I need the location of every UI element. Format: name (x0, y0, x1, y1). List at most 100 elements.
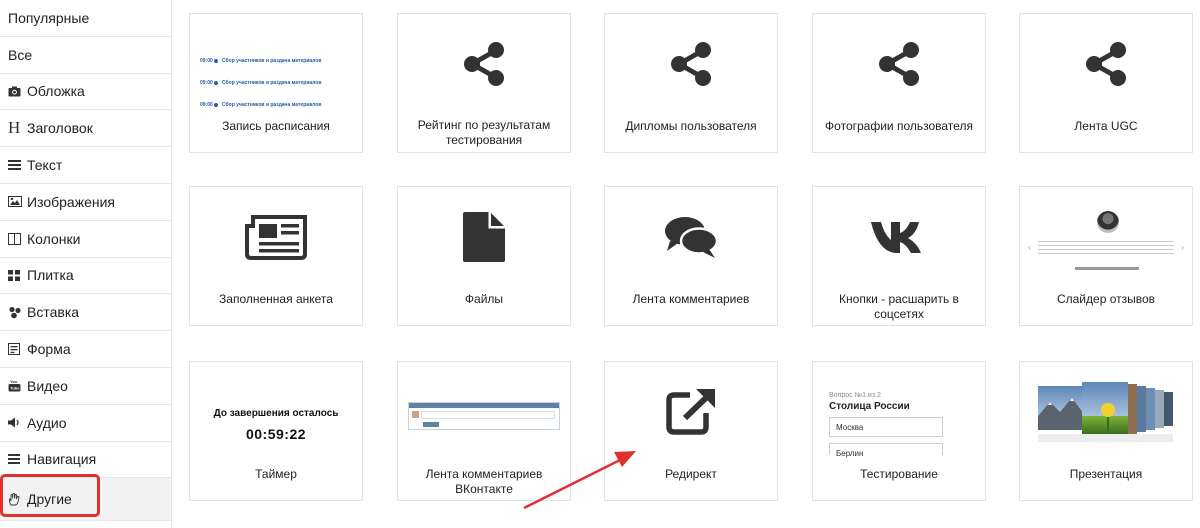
sidebar-item-columns[interactable]: Колонки (0, 221, 171, 258)
test-option: Москва (829, 417, 943, 437)
block-card-schedule[interactable]: 09:00 Сбор участников и раздача материало… (189, 13, 363, 153)
speaker-icon (8, 417, 24, 428)
card-label: Тестирование (860, 467, 938, 481)
card-label: Заполненная анкета (219, 292, 333, 306)
schedule-text: Сбор участников и раздача материалов (222, 102, 322, 108)
heading-icon: H (8, 118, 21, 138)
schedule-time: 09:00 (200, 102, 213, 108)
file-icon (398, 187, 570, 287)
card-label: Рейтинг по результатам тестирования (417, 118, 551, 147)
youtube-icon: You Tube (8, 380, 24, 392)
timer-value: 00:59:22 (245, 426, 307, 442)
schedule-text: Сбор участников и раздача материалов (222, 80, 322, 86)
vk-icon (813, 187, 985, 287)
sidebar-item-label: Колонки (27, 230, 81, 247)
sidebar-item-label: Вставка (27, 304, 80, 321)
sidebar-item-label: Текст (27, 157, 63, 174)
sidebar-item-label: Форма (27, 341, 71, 358)
schedule-time: 09:00 (200, 80, 213, 86)
block-card-ugc-feed[interactable]: Лента UGC (1019, 13, 1193, 153)
block-card-redirect[interactable]: Редирект (604, 361, 778, 501)
block-card-user-photos[interactable]: Фотографии пользователя (812, 13, 986, 153)
sidebar-item-label: Заголовок (27, 120, 93, 137)
block-card-diplomas[interactable]: Дипломы пользователя (604, 13, 778, 153)
sidebar-item-audio[interactable]: Аудио (0, 405, 171, 442)
block-card-testing[interactable]: Вопрос №1 из 2 Столица России Москва Бер… (812, 361, 986, 501)
puzzle-icon (8, 306, 24, 319)
share-icon (813, 14, 985, 114)
sidebar-item-form[interactable]: Форма (0, 331, 171, 368)
sidebar-item-label: Популярные (8, 9, 90, 26)
sidebar-item-popular[interactable]: Популярные (0, 0, 171, 37)
sidebar-item-navigation[interactable]: Навигация (0, 442, 171, 479)
schedule-time: 09:00 (200, 58, 213, 64)
share-icon (1020, 14, 1192, 114)
sidebar-item-label: Плитка (27, 267, 74, 284)
external-link-icon (605, 362, 777, 462)
card-label: Файлы (464, 292, 504, 306)
block-card-vk-comments[interactable]: Лента комментариев ВКонтакте (397, 361, 571, 501)
sidebar-item-text[interactable]: Текст (0, 147, 171, 184)
sidebar-item-other[interactable]: Другие (0, 478, 171, 522)
card-label: Запись расписания (222, 119, 330, 133)
avatar (1097, 211, 1119, 233)
svg-text:Tube: Tube (10, 385, 20, 390)
block-card-comments-feed[interactable]: Лента комментариев (604, 186, 778, 326)
card-label: Лента комментариев ВКонтакте (425, 467, 543, 496)
test-question-title: Столица России (829, 401, 910, 412)
sidebar-item-insert[interactable]: Вставка (0, 294, 171, 332)
share-icon (398, 14, 570, 114)
sidebar-item-label: Видео (27, 377, 68, 394)
block-card-timer[interactable]: До завершения осталось 00:59:22 Таймер (189, 361, 363, 501)
hand-icon (8, 492, 24, 506)
test-option: Берлин (829, 443, 943, 458)
card-label: Редирект (665, 467, 717, 481)
sidebar-item-tiles[interactable]: Плитка (0, 258, 171, 295)
card-label: Таймер (255, 467, 297, 481)
text-lines-icon (8, 160, 24, 171)
block-card-reviews-slider[interactable]: ‹ › Слайдер отзывов (1019, 186, 1193, 326)
card-label: Фотографии пользователя (825, 119, 973, 133)
card-label: Дипломы пользователя (625, 119, 757, 133)
sidebar-item-label: Аудио (27, 414, 67, 431)
sidebar-item-video[interactable]: You Tube Видео (0, 368, 171, 405)
card-label: Лента UGC (1074, 119, 1138, 133)
block-card-presentation[interactable]: Презентация (1019, 361, 1193, 501)
svg-text:You: You (10, 380, 18, 384)
test-question-counter: Вопрос №1 из 2 (829, 392, 881, 399)
avatar (412, 411, 419, 418)
sidebar-item-heading[interactable]: H Заголовок (0, 110, 171, 148)
chevron-left-icon: ‹ (1028, 242, 1031, 252)
sidebar-item-cover[interactable]: Обложка (0, 74, 171, 111)
block-card-share-buttons[interactable]: Кнопки - расшарить в соцсетях (812, 186, 986, 326)
sidebar-item-label: Изображения (27, 193, 115, 210)
sidebar-item-label: Навигация (27, 451, 97, 468)
sidebar-item-images[interactable]: Изображения (0, 184, 171, 221)
card-label: Презентация (1069, 467, 1143, 481)
sidebar-item-all[interactable]: Все (0, 37, 171, 74)
vk-comments-preview (408, 402, 560, 430)
tiles-icon (8, 269, 24, 281)
block-card-filled-form[interactable]: Заполненная анкета (189, 186, 363, 326)
schedule-text: Сбор участников и раздача материалов (222, 58, 322, 64)
newspaper-icon (190, 187, 362, 287)
sidebar-item-label: Все (8, 46, 33, 63)
schedule-preview: 09:00 Сбор участников и раздача материало… (200, 58, 350, 124)
presentation-preview (1038, 380, 1178, 442)
comments-icon (605, 187, 777, 287)
share-icon (605, 14, 777, 114)
block-card-rating[interactable]: Рейтинг по результатам тестирования (397, 13, 571, 153)
card-label: Кнопки - расшарить в соцсетях (839, 292, 959, 321)
image-icon (8, 196, 24, 208)
chevron-right-icon: › (1181, 242, 1184, 252)
card-label: Слайдер отзывов (1056, 292, 1156, 306)
sidebar-item-label: Обложка (27, 83, 85, 100)
block-card-files[interactable]: Файлы (397, 186, 571, 326)
form-icon (8, 343, 24, 356)
block-category-sidebar: Популярные Все Обложка H Заголовок Текст… (0, 0, 172, 528)
timer-title: До завершения осталось (213, 408, 339, 419)
columns-icon (8, 232, 24, 245)
sidebar-item-label: Другие (27, 491, 72, 508)
camera-icon (8, 86, 24, 97)
card-label: Лента комментариев (632, 292, 750, 306)
